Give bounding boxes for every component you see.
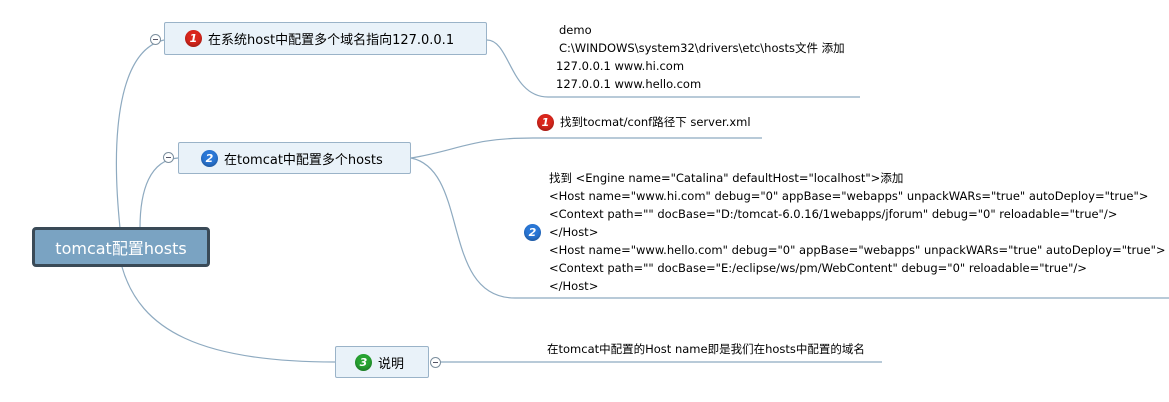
branch-topic-2-label: 在tomcat中配置多个hosts [224, 152, 383, 168]
branch-3-note: 在tomcat中配置的Host name即是我们在hosts中配置的域名 [547, 342, 865, 356]
branch-2-child-1[interactable]: 1 找到tocmat/conf路径下 server.xml [537, 113, 751, 131]
collapse-icon[interactable] [163, 152, 174, 163]
branch-topic-3-label: 说明 [378, 356, 405, 372]
note-line: <Context path="" docBase="D:/tomcat-6.0.… [549, 207, 1118, 221]
collapse-icon[interactable] [430, 357, 441, 368]
note-line: 找到 <Engine name="Catalina" defaultHost="… [549, 171, 904, 185]
branch-topic-1-label: 在系统host中配置多个域名指向127.0.0.1 [208, 33, 455, 48]
collapse-icon[interactable] [150, 34, 161, 45]
branch-2-child-2-note[interactable]: 找到 <Engine name="Catalina" defaultHost="… [549, 169, 1166, 295]
note-line: C:\WINDOWS\system32\drivers\etc\hosts文件 … [559, 41, 845, 55]
priority-2-icon: 2 [201, 149, 218, 167]
connector-root-branch3 [121, 266, 336, 363]
connector-root-branch1 [115, 39, 165, 229]
note-line: <Host name="www.hello.com" debug="0" app… [549, 243, 1166, 257]
note-line: <Context path="" docBase="E:/eclipse/ws/… [549, 261, 1087, 275]
branch-topic-2[interactable]: 2 在tomcat中配置多个hosts [178, 142, 411, 174]
connector-branch2-child1 [410, 137, 762, 159]
note-line: demo [559, 23, 592, 37]
note-line: </Host> [549, 279, 599, 293]
note-line: </Host> [549, 225, 599, 239]
note-line: <Host name="www.hi.com" debug="0" appBas… [549, 189, 1149, 203]
priority-1-icon: 1 [185, 30, 202, 47]
branch-topic-1[interactable]: 1 在系统host中配置多个域名指向127.0.0.1 [164, 22, 487, 55]
branch-topic-3[interactable]: 3 说明 [335, 346, 429, 378]
priority-1-icon: 1 [537, 113, 554, 131]
priority-2-icon: 2 [524, 224, 541, 241]
root-topic[interactable]: tomcat配置hosts [32, 227, 210, 267]
connector-root-branch2 [139, 157, 179, 229]
note-line: 127.0.0.1 www.hi.com [556, 59, 685, 73]
note-line: 127.0.0.1 www.hello.com [556, 77, 702, 91]
branch-1-note: demo C:\WINDOWS\system32\drivers\etc\hos… [556, 21, 845, 93]
root-topic-label: tomcat配置hosts [55, 239, 187, 258]
priority-3-icon: 3 [355, 353, 372, 371]
branch-2-child-1-label: 找到tocmat/conf路径下 server.xml [560, 115, 751, 129]
